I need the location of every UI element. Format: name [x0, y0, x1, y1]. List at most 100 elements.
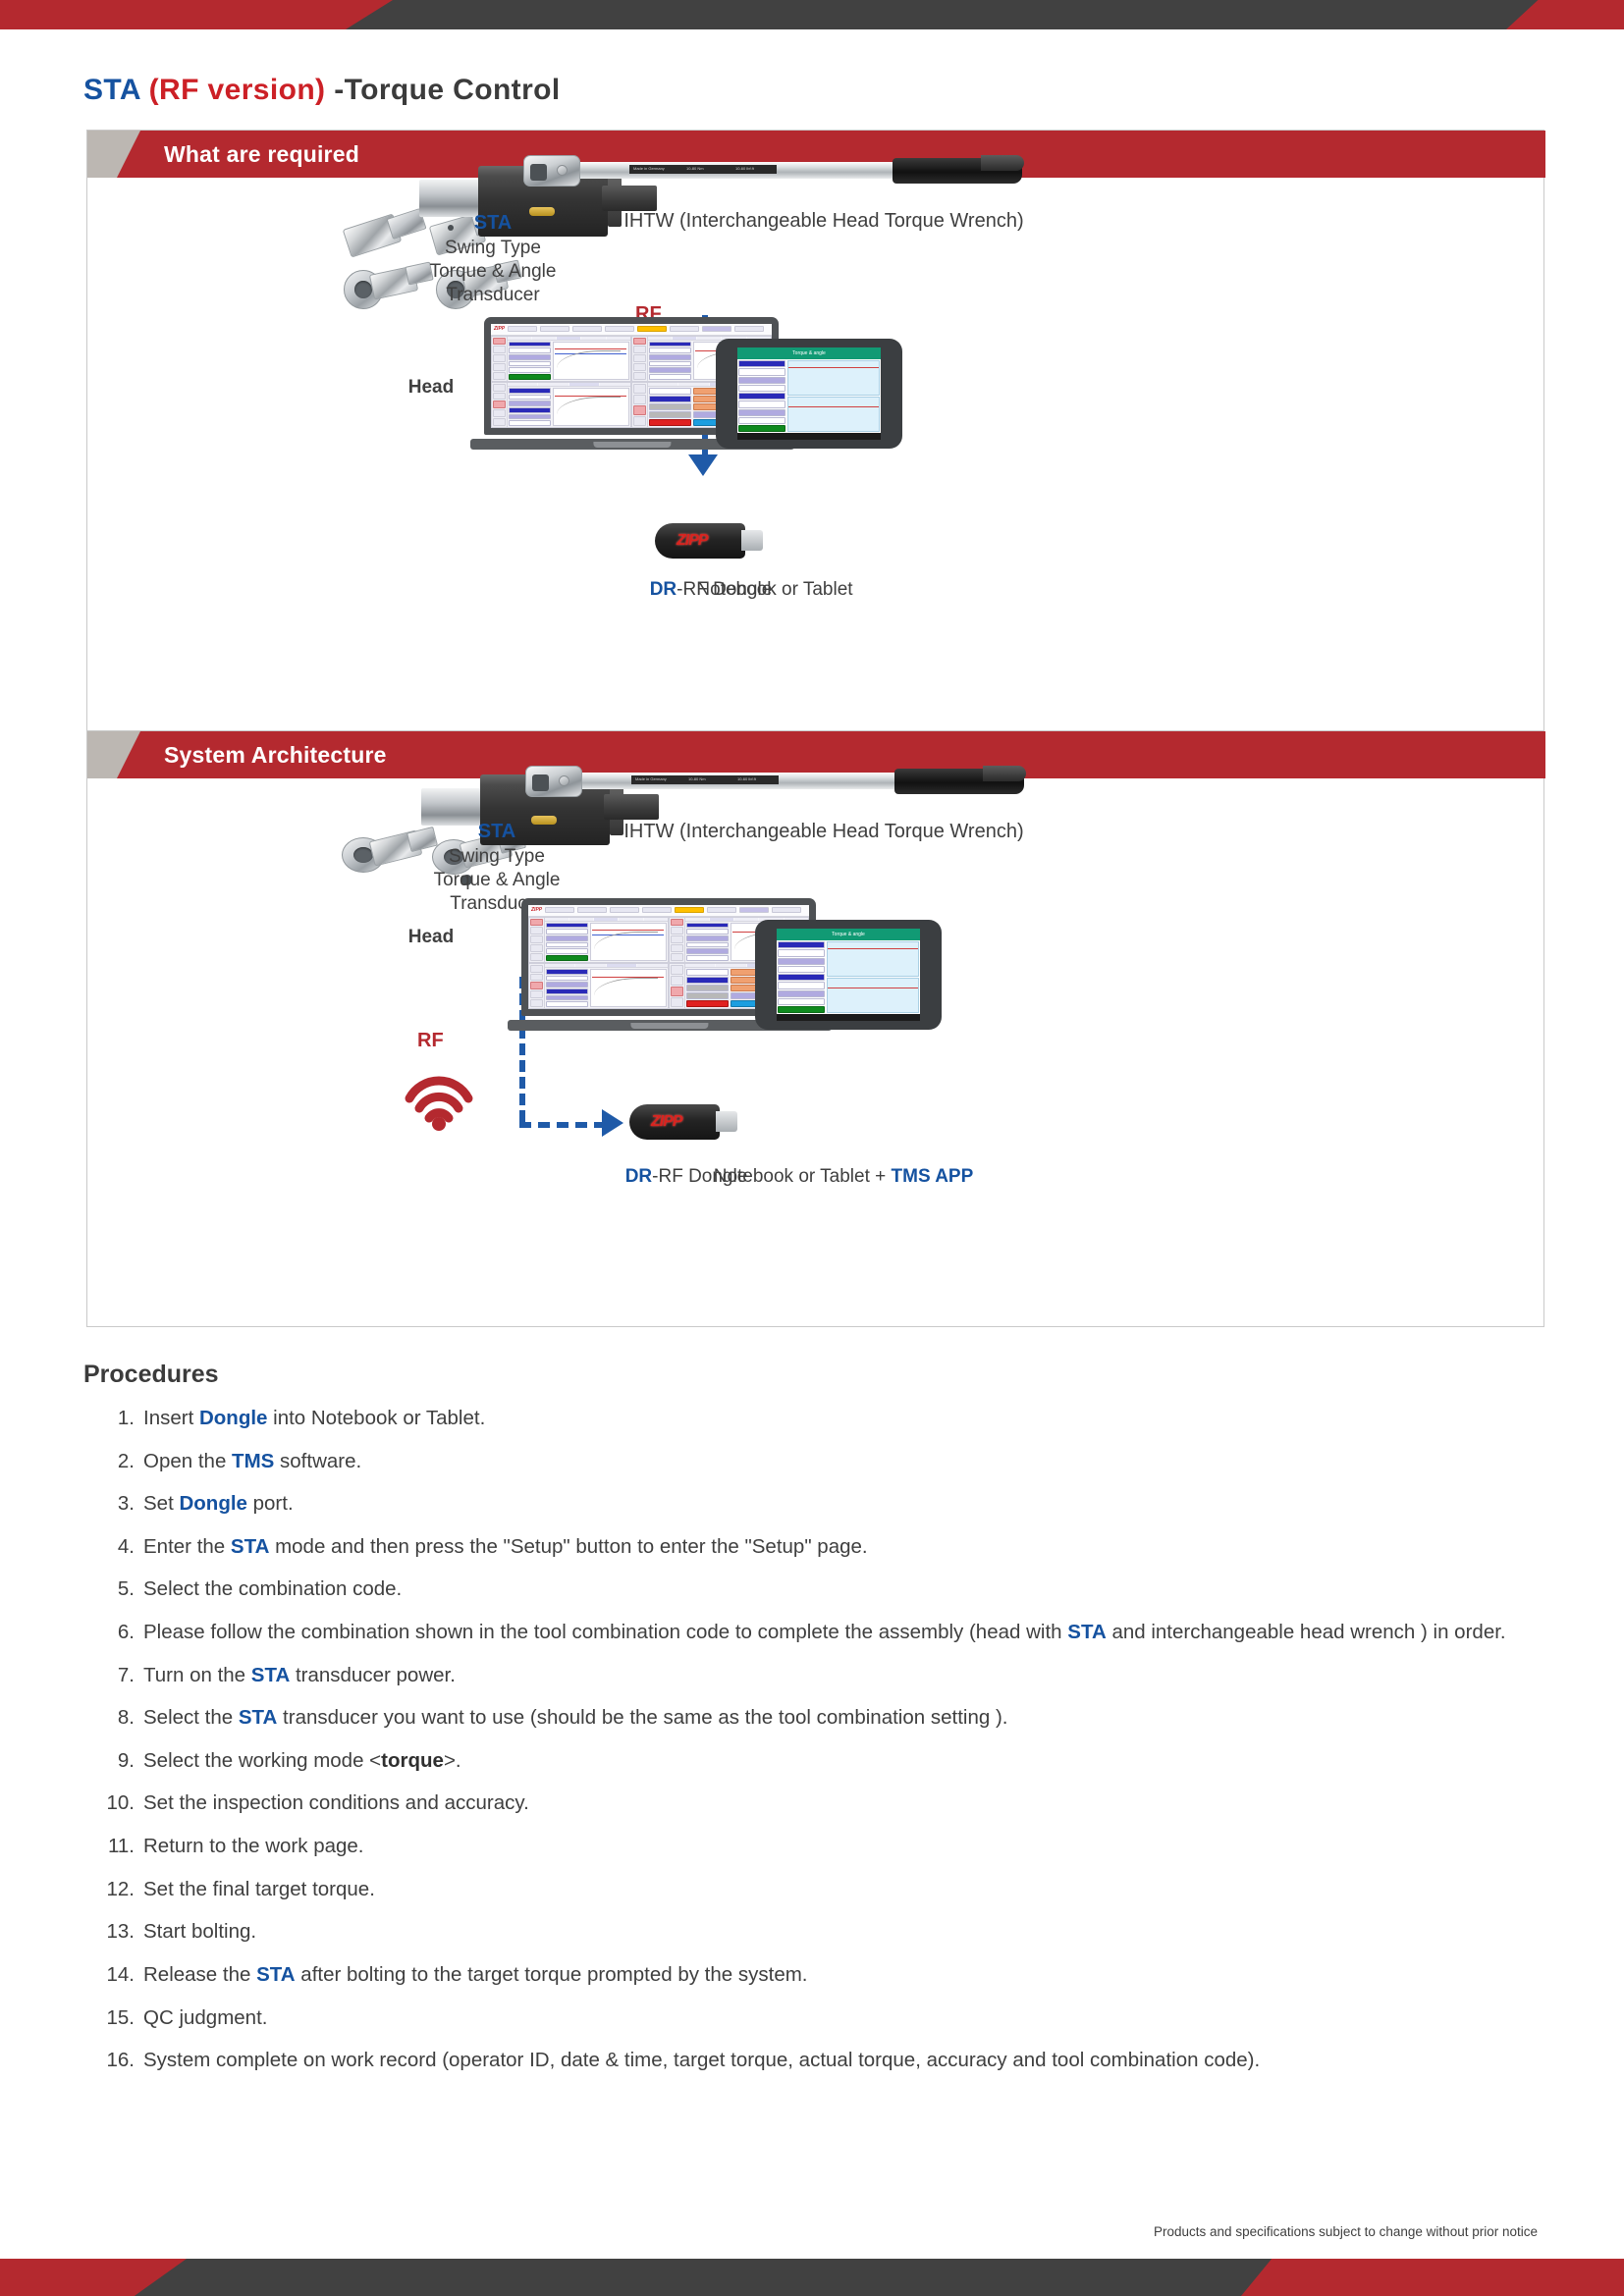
sw-tab-3[interactable]: [572, 326, 603, 333]
sw-sidebtn[interactable]: [493, 346, 506, 354]
sw-sidebtn[interactable]: [493, 337, 506, 346]
sw-subtab[interactable]: [557, 336, 581, 340]
sw-subtab[interactable]: [507, 336, 531, 340]
sw-tab-5[interactable]: [707, 907, 737, 914]
sw-sidebtn[interactable]: [493, 400, 506, 409]
sw-subtab[interactable]: [606, 963, 637, 967]
sw-sidebtn[interactable]: [633, 415, 646, 427]
sw-tab-active[interactable]: [637, 326, 668, 333]
sw-sidebtn[interactable]: [671, 964, 683, 975]
sw-tab-6[interactable]: [702, 326, 732, 333]
sw-subtab[interactable]: [619, 917, 643, 921]
sw-sidebtn[interactable]: [530, 944, 543, 952]
procedure-text: Select the combination code.: [143, 1577, 403, 1601]
sw-subtab[interactable]: [716, 963, 746, 967]
sw-sidebtn[interactable]: [633, 394, 646, 404]
sw-subtab[interactable]: [678, 382, 709, 386]
sw-sidebtn[interactable]: [633, 383, 646, 394]
sw-subtab[interactable]: [538, 382, 568, 386]
sw-tab-7[interactable]: [734, 326, 765, 333]
sw-sidebtn[interactable]: [633, 363, 646, 371]
sw-sidebtn[interactable]: [671, 975, 683, 986]
sw-sidebtn[interactable]: [493, 354, 506, 363]
sw-sidebtn[interactable]: [633, 354, 646, 363]
sw-sidebtn[interactable]: [530, 935, 543, 944]
sw-sidebtn[interactable]: [633, 371, 646, 380]
sw-tab-5[interactable]: [670, 326, 700, 333]
sw-subtab[interactable]: [684, 963, 716, 967]
tablet-screen-1[interactable]: Torque & angle: [737, 347, 881, 440]
procedure-text: Release the STA after bolting to the tar…: [143, 1962, 808, 1986]
sw-subtab[interactable]: [600, 382, 630, 386]
sw-subtab[interactable]: [568, 382, 600, 386]
sw-sidebtn[interactable]: [671, 996, 683, 1008]
procedure-item: 6. Please follow the combination shown in…: [98, 1618, 1532, 1646]
sw-sidebtn[interactable]: [493, 392, 506, 400]
sw-subtab[interactable]: [606, 336, 630, 340]
device-caption-1: Notebook or Tablet: [696, 579, 853, 600]
sw-sidebtn[interactable]: [493, 418, 506, 426]
sw-subtab[interactable]: [647, 336, 672, 340]
sw-tab-2[interactable]: [540, 326, 570, 333]
sw-fields-b: [685, 922, 730, 962]
wrench-grip-1: [893, 155, 1024, 184]
sw-subtab[interactable]: [544, 917, 568, 921]
sw-sidebtn[interactable]: [530, 982, 543, 990]
sw-tab-1[interactable]: [508, 326, 538, 333]
sw-tab-4[interactable]: [642, 907, 673, 914]
sw-field-value: [545, 1001, 588, 1008]
sw-subtab[interactable]: [709, 917, 734, 921]
sw-subtab[interactable]: [684, 917, 709, 921]
sw-subtab[interactable]: [643, 917, 668, 921]
sw-sidebtn[interactable]: [530, 918, 543, 927]
procedure-text: Set the final target torque.: [143, 1877, 375, 1900]
sw-field-value: [508, 360, 551, 367]
procedure-item: 16. System complete on work record (opera…: [98, 2046, 1532, 2074]
sw-sidebtn[interactable]: [530, 964, 543, 973]
sw-sidebtn[interactable]: [671, 986, 683, 996]
sw-sidebtn[interactable]: [633, 404, 646, 415]
sw-sidebtn[interactable]: [671, 935, 683, 944]
procedure-number: 16.: [106, 2049, 135, 2072]
sw-sidebtn[interactable]: [671, 927, 683, 935]
sw-sidebtn[interactable]: [493, 363, 506, 371]
sw-tab-2[interactable]: [577, 907, 608, 914]
sw-subtab[interactable]: [568, 917, 594, 921]
sw-subtab[interactable]: [672, 336, 697, 340]
sw-subtab[interactable]: [581, 336, 606, 340]
sw-sidebtn[interactable]: [493, 371, 506, 380]
procedure-number: 7.: [117, 1663, 135, 1686]
sw-sidebtn[interactable]: [671, 952, 683, 961]
sw-subtab[interactable]: [594, 917, 619, 921]
wrench-plate-left-1: Made in Germany: [633, 166, 665, 171]
sw-tab-active[interactable]: [675, 907, 705, 914]
procedure-item: 13. Start bolting.: [98, 1917, 1532, 1946]
sw-field-label: [545, 968, 588, 975]
device-caption-plain-2: Notebook or Tablet +: [713, 1166, 892, 1187]
sw-tab-4[interactable]: [605, 326, 635, 333]
sw-sidebtn[interactable]: [671, 918, 683, 927]
sw-sidebtn[interactable]: [633, 346, 646, 354]
sw-sidebtn[interactable]: [530, 973, 543, 982]
sw-subtab[interactable]: [637, 963, 668, 967]
sw-tab-1[interactable]: [545, 907, 575, 914]
sw-subtab[interactable]: [531, 336, 557, 340]
footer-band-red-left: [0, 2259, 187, 2296]
sw-subtab[interactable]: [575, 963, 606, 967]
sw-subtab[interactable]: [507, 382, 538, 386]
sw-subtab[interactable]: [544, 963, 575, 967]
sw-tab-7[interactable]: [772, 907, 802, 914]
sw-sidebtn[interactable]: [530, 952, 543, 961]
sw-tab-3[interactable]: [610, 907, 640, 914]
tablet-angle-plot-2: [826, 978, 919, 1014]
sw-sidebtn[interactable]: [493, 383, 506, 392]
sw-subtab[interactable]: [647, 382, 678, 386]
sw-sidebtn[interactable]: [530, 990, 543, 999]
tablet-screen-2[interactable]: Torque & angle: [777, 929, 920, 1021]
sw-sidebtn[interactable]: [633, 337, 646, 346]
sw-sidebtn[interactable]: [671, 944, 683, 952]
sw-sidebtn[interactable]: [493, 409, 506, 418]
sw-tab-6[interactable]: [739, 907, 770, 914]
sw-sidebtn[interactable]: [530, 999, 543, 1007]
sw-sidebtn[interactable]: [530, 927, 543, 935]
